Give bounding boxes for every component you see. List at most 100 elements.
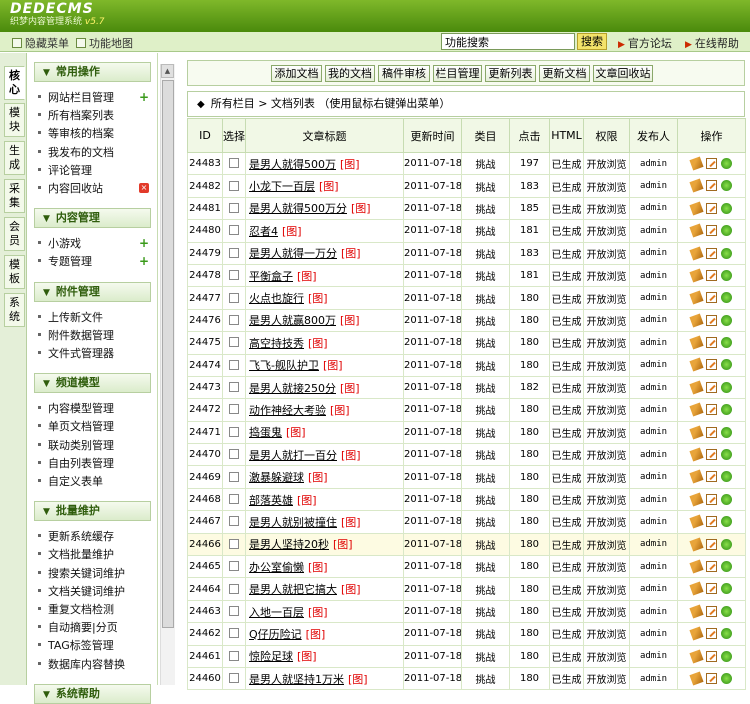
edit-icon[interactable] xyxy=(689,671,704,686)
edit-icon[interactable] xyxy=(689,357,704,373)
edit-icon[interactable] xyxy=(689,514,704,529)
row-checkbox[interactable] xyxy=(229,538,239,549)
row-select[interactable] xyxy=(222,331,246,355)
row-category[interactable]: 挑战 xyxy=(461,331,510,355)
edit-icon[interactable] xyxy=(689,469,704,484)
edit-icon[interactable] xyxy=(689,648,704,664)
table-row[interactable]: 24479 是男人就得一万分 [图] 2011-07-18 挑战 183 已生成 开放浏览 ad… xyxy=(187,241,746,265)
pencil-icon[interactable] xyxy=(706,672,717,684)
toolbar-button-5[interactable]: 更新文档 xyxy=(539,65,590,82)
edit-icon[interactable] xyxy=(689,268,704,283)
preview-icon[interactable] xyxy=(721,560,732,572)
preview-icon[interactable] xyxy=(721,672,732,684)
clear-icon[interactable]: × xyxy=(139,183,149,193)
table-row[interactable]: 24480 忍者4 [图] 2011-07-18 挑战 181 已生成 开放浏览 admin xyxy=(187,219,746,243)
row-checkbox[interactable] xyxy=(229,583,239,594)
preview-icon[interactable] xyxy=(721,180,732,192)
row-checkbox[interactable] xyxy=(229,202,239,213)
menu-item[interactable]: 重复文档检测 xyxy=(38,601,114,619)
preview-icon[interactable] xyxy=(721,449,732,461)
menu-item[interactable]: 更新系统缓存 xyxy=(38,528,114,546)
edit-icon[interactable] xyxy=(689,402,704,417)
article-title-link[interactable]: 飞飞-舰队护卫 xyxy=(249,359,319,372)
row-category[interactable]: 挑战 xyxy=(461,487,510,512)
row-category[interactable]: 挑战 xyxy=(461,465,510,489)
left-tab-2[interactable]: 生成 xyxy=(4,141,25,175)
preview-icon[interactable] xyxy=(721,225,732,237)
row-category[interactable]: 挑战 xyxy=(461,219,510,243)
article-title-link[interactable]: 是男人坚持20秒 xyxy=(249,538,329,551)
preview-icon[interactable] xyxy=(721,247,732,259)
left-tab-6[interactable]: 系统 xyxy=(4,293,25,327)
menu-item[interactable]: TAG标签管理 xyxy=(38,637,114,655)
pencil-icon[interactable] xyxy=(706,449,717,461)
menu-item[interactable]: 自定义表单 xyxy=(38,473,103,491)
menu-item[interactable]: 内容模型管理 xyxy=(38,400,114,418)
pencil-icon[interactable] xyxy=(706,404,717,416)
row-select[interactable] xyxy=(222,577,246,601)
row-category[interactable]: 挑战 xyxy=(461,443,510,467)
row-checkbox[interactable] xyxy=(229,650,239,661)
menu-item[interactable]: 文档批量维护 xyxy=(38,546,114,564)
preview-icon[interactable] xyxy=(721,337,732,349)
menu-item[interactable]: 数据库内容替换 xyxy=(38,656,125,674)
preview-icon[interactable] xyxy=(721,471,732,483)
row-checkbox[interactable] xyxy=(229,449,239,460)
preview-icon[interactable] xyxy=(721,583,732,595)
help-link[interactable]: ▶ 在线帮助 xyxy=(685,35,739,51)
menu-item[interactable]: 自由列表管理 xyxy=(38,455,114,473)
row-checkbox[interactable] xyxy=(229,292,239,303)
row-checkbox[interactable] xyxy=(229,426,239,437)
function-search-input[interactable] xyxy=(441,33,575,50)
edit-icon[interactable] xyxy=(689,313,704,328)
table-row[interactable]: 24481 是男人就得500万分 [图] 2011-07-18 挑战 185 已生成 开放浏览… xyxy=(187,196,746,221)
row-select[interactable] xyxy=(222,666,246,691)
row-category[interactable]: 挑战 xyxy=(461,666,510,691)
article-title-link[interactable]: 是男人就得500万分 xyxy=(249,202,347,215)
pencil-icon[interactable] xyxy=(706,471,717,483)
pencil-icon[interactable] xyxy=(706,583,717,595)
row-checkbox[interactable] xyxy=(229,359,239,370)
article-title-link[interactable]: Q仔历险记 xyxy=(249,628,302,641)
row-category[interactable]: 挑战 xyxy=(461,622,510,646)
row-category[interactable]: 挑战 xyxy=(461,308,510,333)
article-title-link[interactable]: 是男人就赢800万 xyxy=(249,314,336,327)
article-title-link[interactable]: 动作神经大考验 xyxy=(249,404,326,417)
add-icon[interactable]: + xyxy=(139,237,149,249)
table-row[interactable]: 24467 是男人就别被撞住 [图] 2011-07-18 挑战 180 已生成 开放浏览 ad… xyxy=(187,510,746,534)
row-select[interactable] xyxy=(222,420,246,445)
article-title-link[interactable]: 捣蛋鬼 xyxy=(249,426,282,439)
pencil-icon[interactable] xyxy=(706,650,717,662)
table-row[interactable]: 24466 是男人坚持20秒 [图] 2011-07-18 挑战 180 已生成 开放浏览 ad… xyxy=(187,532,746,557)
row-select[interactable] xyxy=(222,599,246,624)
article-title-link[interactable]: 火点也旋行 xyxy=(249,292,304,305)
pencil-icon[interactable] xyxy=(706,493,717,505)
left-tab-0[interactable]: 核心 xyxy=(4,66,25,100)
row-checkbox[interactable] xyxy=(229,247,239,258)
preview-icon[interactable] xyxy=(721,269,732,281)
forum-link[interactable]: ▶ 官方论坛 xyxy=(618,35,672,51)
edit-icon[interactable] xyxy=(689,223,704,238)
preview-icon[interactable] xyxy=(721,404,732,416)
row-category[interactable]: 挑战 xyxy=(461,599,510,624)
pencil-icon[interactable] xyxy=(706,426,717,438)
row-select[interactable] xyxy=(222,286,246,310)
table-row[interactable]: 24478 平衡盒子 [图] 2011-07-18 挑战 181 已生成 开放浏览 admin xyxy=(187,263,746,288)
pencil-icon[interactable] xyxy=(706,314,717,326)
menu-item[interactable]: 搜索关键词维护 xyxy=(38,565,125,583)
row-select[interactable] xyxy=(222,644,246,668)
article-title-link[interactable]: 高空持技秀 xyxy=(249,337,304,350)
scroll-thumb[interactable] xyxy=(162,80,174,628)
article-title-link[interactable]: 是男人就坚持1万米 xyxy=(249,673,344,686)
search-button[interactable]: 搜索 xyxy=(577,33,607,50)
table-row[interactable]: 24460 是男人就坚持1万米 [图] 2011-07-18 挑战 180 已生成 开放浏览 a… xyxy=(187,666,746,691)
row-category[interactable]: 挑战 xyxy=(461,151,510,176)
row-checkbox[interactable] xyxy=(229,673,239,684)
menu-item[interactable]: 文档关键词维护 xyxy=(38,583,125,601)
row-category[interactable]: 挑战 xyxy=(461,241,510,265)
preview-icon[interactable] xyxy=(721,516,732,528)
scroll-up-icon[interactable]: ▲ xyxy=(161,64,174,78)
edit-icon[interactable] xyxy=(689,178,704,193)
table-row[interactable]: 24468 部落英雄 [图] 2011-07-18 挑战 180 已生成 开放浏览 admin xyxy=(187,487,746,512)
pencil-icon[interactable] xyxy=(706,202,717,214)
